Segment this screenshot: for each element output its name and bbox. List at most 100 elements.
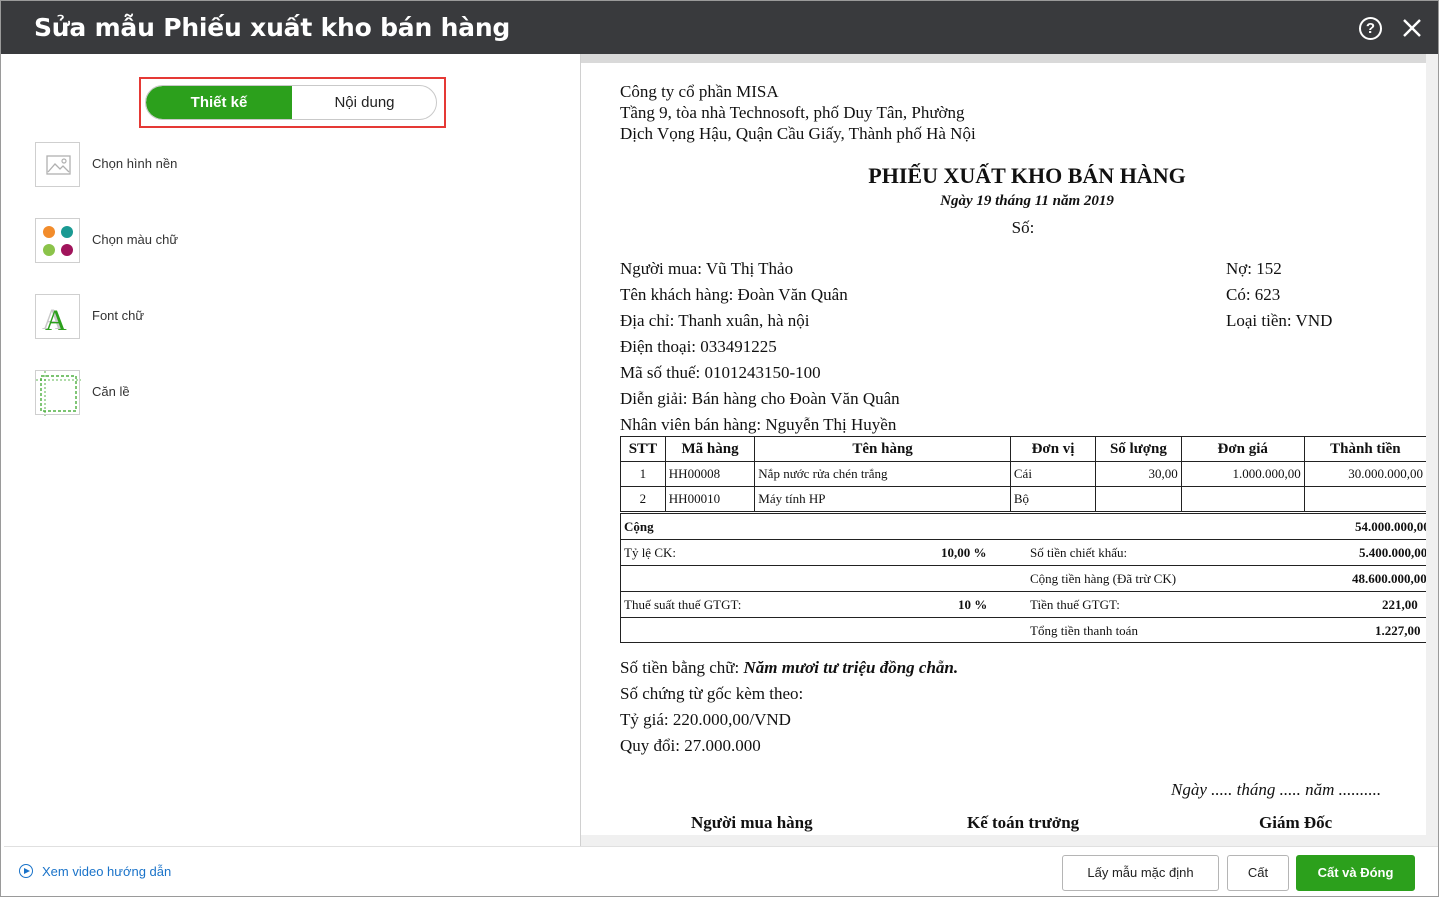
vat-rate-label: Thuế suất thuế GTGT: <box>624 597 742 612</box>
company-address-line2: Dịch Vọng Hậu, Quận Cầu Giấy, Thành phố … <box>620 124 976 143</box>
summary-grand-total-row: Tổng tiền thanh toán 1.227,00 <box>621 617 1427 643</box>
grand-total-value: 1.227,00 <box>1375 623 1421 638</box>
signature-director: Giám Đốc <box>1259 813 1333 832</box>
close-icon[interactable] <box>1400 16 1424 40</box>
discount-amount-label: Số tiền chiết khấu: <box>1030 545 1128 560</box>
image-icon <box>35 142 80 187</box>
after-discount-value: 48.600.000,00 <box>1352 571 1427 586</box>
signature-chief-accountant: Kế toán trưởng <box>967 813 1080 832</box>
default-template-button[interactable]: Lấy mẫu mặc định <box>1062 855 1219 891</box>
tool-text-color-label: Chọn màu chữ <box>92 232 179 247</box>
preview-panel: Công ty cổ phần MISA Tầng 9, tòa nhà Tec… <box>580 54 1438 846</box>
column-header: Đơn giá <box>1180 436 1305 462</box>
column-header: Tên hàng <box>754 436 1011 462</box>
table-cell: HH00008 <box>664 461 756 487</box>
document-number-label: Số: <box>1011 218 1035 237</box>
table-cell: HH00010 <box>664 486 756 512</box>
summary-total-label: Cộng <box>624 519 654 534</box>
tool-margins-label: Căn lề <box>92 384 130 399</box>
info-description: Diễn giải: Bán hàng cho Đoàn Văn Quân <box>620 389 900 408</box>
column-header: Số lượng <box>1095 436 1182 462</box>
play-icon <box>19 864 33 878</box>
svg-text:A: A <box>45 304 67 337</box>
dialog-title: Sửa mẫu Phiếu xuất kho bán hàng <box>34 13 511 42</box>
column-header: Thành tiền <box>1303 436 1427 462</box>
exchange-rate: Tỷ giá: 220.000,00/VND <box>620 710 791 729</box>
after-discount-label: Cộng tiền hàng (Đã trừ CK) <box>1030 571 1177 586</box>
tab-design[interactable]: Thiết kế <box>146 86 292 119</box>
summary-total-value: 54.000.000,00 <box>1355 519 1427 534</box>
table-cell <box>1095 486 1182 512</box>
summary-vat-row: Thuế suất thuế GTGT: 10 % Tiền thuế GTGT… <box>621 591 1427 617</box>
discount-rate-value: 10,00 % <box>941 545 987 560</box>
table-cell: Cái <box>1009 461 1097 487</box>
discount-amount-value: 5.400.000,00 <box>1359 545 1427 560</box>
save-and-close-button[interactable]: Cất và Đóng <box>1296 855 1415 891</box>
document-preview: Công ty cổ phần MISA Tầng 9, tòa nhà Tec… <box>581 63 1427 835</box>
table-cell: 2 <box>620 486 666 512</box>
info-credit: Có: 623 <box>1226 285 1281 304</box>
summary-discount-row: Tỷ lệ CK: 10,00 % Số tiền chiết khấu: 5.… <box>621 539 1427 565</box>
column-header: Đơn vị <box>1009 436 1097 462</box>
table-cell: 30.000.000,00 <box>1303 461 1427 487</box>
tab-content[interactable]: Nội dung <box>292 86 436 119</box>
tool-font-label: Font chữ <box>92 308 145 323</box>
discount-rate-label: Tỷ lệ CK: <box>624 545 676 560</box>
font-icon: A A <box>35 294 80 339</box>
summary-after-discount-row: Cộng tiền hàng (Đã trừ CK) 48.600.000,00 <box>621 565 1427 591</box>
signature-buyer: Người mua hàng <box>691 813 813 832</box>
table-cell: 1.000.000,00 <box>1180 461 1305 487</box>
mode-switch[interactable]: Thiết kế Nội dung <box>145 85 437 120</box>
tool-background-image[interactable]: Chọn hình nền <box>35 142 435 188</box>
horizontal-scrollbar[interactable] <box>581 835 1438 846</box>
table-cell: Nắp nước rửa chén trắng <box>754 461 1011 487</box>
tool-font[interactable]: A A Font chữ <box>35 294 435 340</box>
grand-total-label: Tổng tiền thanh toán <box>1030 623 1138 638</box>
summary-total-row: Cộng 54.000.000,00 <box>621 513 1427 539</box>
dialog-header: Sửa mẫu Phiếu xuất kho bán hàng ? <box>1 1 1438 54</box>
vertical-scrollbar[interactable] <box>1426 54 1438 835</box>
info-buyer: Người mua: Vũ Thị Thảo <box>620 259 794 278</box>
amount-in-words-label: Số tiền bằng chữ: <box>620 658 740 677</box>
company-address-line1: Tầng 9, tòa nhà Technosoft, phố Duy Tân,… <box>620 103 965 122</box>
signature-date: Ngày ..... tháng ..... năm .......... <box>1171 780 1382 799</box>
table-cell <box>1180 486 1305 512</box>
converted-amount: Quy đổi: 27.000.000 <box>620 736 761 755</box>
info-currency: Loại tiền: VND <box>1226 311 1333 330</box>
document-date: Ngày 19 tháng 11 năm 2019 <box>940 193 1114 209</box>
margin-icon <box>35 370 81 416</box>
column-header: STT <box>620 436 666 462</box>
column-header: Mã hàng <box>664 436 756 462</box>
info-tax-code: Mã số thuế: 0101243150-100 <box>620 363 821 382</box>
tool-background-image-label: Chọn hình nền <box>92 156 178 171</box>
info-customer: Tên khách hàng: Đoàn Văn Quân <box>620 285 848 304</box>
table-header-row: STT Mã hàng Tên hàng Đơn vị Số lượng Đơn… <box>620 436 1427 462</box>
info-phone: Điện thoại: 033491225 <box>620 337 777 356</box>
video-guide-link[interactable]: Xem video hướng dẫn <box>19 864 171 879</box>
dialog-window: Sửa mẫu Phiếu xuất kho bán hàng ? Thiết … <box>0 0 1439 897</box>
table-cell <box>1303 486 1427 512</box>
attached-documents: Số chứng từ gốc kèm theo: <box>620 684 804 703</box>
info-debit: Nợ: 152 <box>1226 259 1282 278</box>
company-name: Công ty cổ phần MISA <box>620 82 779 101</box>
document-title: PHIẾU XUẤT KHO BÁN HÀNG <box>868 163 1186 188</box>
video-guide-label: Xem video hướng dẫn <box>42 864 172 879</box>
info-salesperson: Nhân viên bán hàng: Nguyễn Thị Huyền <box>620 415 897 434</box>
help-icon[interactable]: ? <box>1359 17 1382 40</box>
table-cell: 30,00 <box>1095 461 1182 487</box>
table-cell: 1 <box>620 461 666 487</box>
summary-box: Cộng 54.000.000,00 Tỷ lệ CK: 10,00 % Số … <box>620 513 1427 643</box>
table-row: 1 HH00008 Nắp nước rửa chén trắng Cái 30… <box>620 461 1427 487</box>
vat-amount-value: 221,00 <box>1382 597 1418 612</box>
design-tools-panel: Thiết kế Nội dung Chọn hình nền Chọn màu… <box>4 54 580 846</box>
color-palette-icon <box>35 218 80 263</box>
vat-amount-label: Tiền thuế GTGT: <box>1030 597 1120 612</box>
table-row: 2 HH00010 Máy tính HP Bộ <box>620 486 1427 512</box>
table-cell: Bộ <box>1009 486 1097 512</box>
save-button[interactable]: Cất <box>1227 855 1289 891</box>
amount-in-words-line: Số tiền bằng chữ: Năm mươi tư triệu đồng… <box>620 658 958 678</box>
table-cell: Máy tính HP <box>754 486 1011 512</box>
tool-margins[interactable]: Căn lề <box>35 370 435 416</box>
tool-text-color[interactable]: Chọn màu chữ <box>35 218 435 264</box>
dialog-footer: Xem video hướng dẫn Lấy mẫu mặc định Cất… <box>4 846 1438 896</box>
